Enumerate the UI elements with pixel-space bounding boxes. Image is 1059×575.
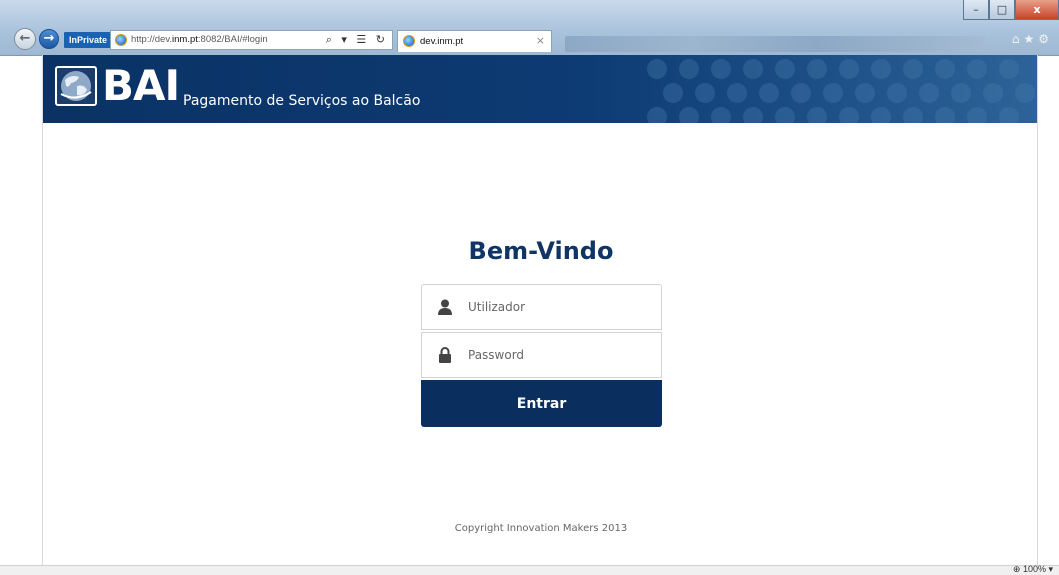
password-input[interactable] (468, 341, 648, 369)
copyright-text: Copyright Innovation Makers 2013 (454, 523, 628, 534)
forward-arrow-icon: → (43, 31, 55, 46)
bai-logo-text: BAI (102, 61, 180, 110)
browser-tab[interactable]: dev.inm.pt × (397, 30, 552, 52)
inprivate-badge[interactable]: InPrivate (64, 32, 113, 48)
lock-icon (439, 347, 451, 363)
user-icon (438, 299, 452, 315)
header-subtitle: Pagamento de Serviços ao Balcão (183, 93, 421, 109)
ie-icon (403, 35, 415, 47)
blurred-toolbar (565, 36, 985, 52)
header-decorative-pattern (647, 59, 1035, 123)
tab-title: dev.inm.pt (420, 36, 464, 47)
ie-icon (115, 34, 127, 46)
page-header: BAI Pagamento de Serviços ao Balcão (43, 55, 1037, 123)
url-text[interactable]: http://dev.inm.pt:8082/BAI/#login (131, 34, 268, 45)
login-title: Bem-Vindo (468, 237, 614, 265)
address-bar[interactable]: http://dev.inm.pt:8082/BAI/#login ⌕ ▾ ☰ … (110, 30, 393, 50)
window-controls: – □ x (963, 0, 1059, 22)
close-window-button[interactable]: x (1015, 0, 1059, 20)
password-field[interactable] (421, 332, 662, 378)
back-arrow-icon: ← (19, 31, 31, 46)
username-field[interactable] (421, 284, 662, 330)
page-content: BAI Pagamento de Serviços ao Balcão Bem-… (42, 55, 1038, 565)
login-button[interactable]: Entrar (421, 380, 662, 427)
back-button[interactable]: ← (14, 28, 36, 50)
zoom-level[interactable]: ⊕ 100% ▾ (1013, 564, 1053, 575)
address-tools[interactable]: ⌕ ▾ ☰ ↻ (326, 33, 388, 47)
username-input[interactable] (468, 293, 648, 321)
minimize-button[interactable]: – (963, 0, 989, 20)
bai-logo-icon (55, 66, 97, 106)
toolbar-icons[interactable]: ⌂★⚙ (1012, 32, 1053, 46)
browser-chrome: – □ x ← → InPrivate http://dev.inm.pt:80… (0, 0, 1059, 56)
maximize-button[interactable]: □ (989, 0, 1015, 20)
forward-button[interactable]: → (39, 29, 59, 49)
tab-close-icon[interactable]: × (536, 34, 545, 47)
